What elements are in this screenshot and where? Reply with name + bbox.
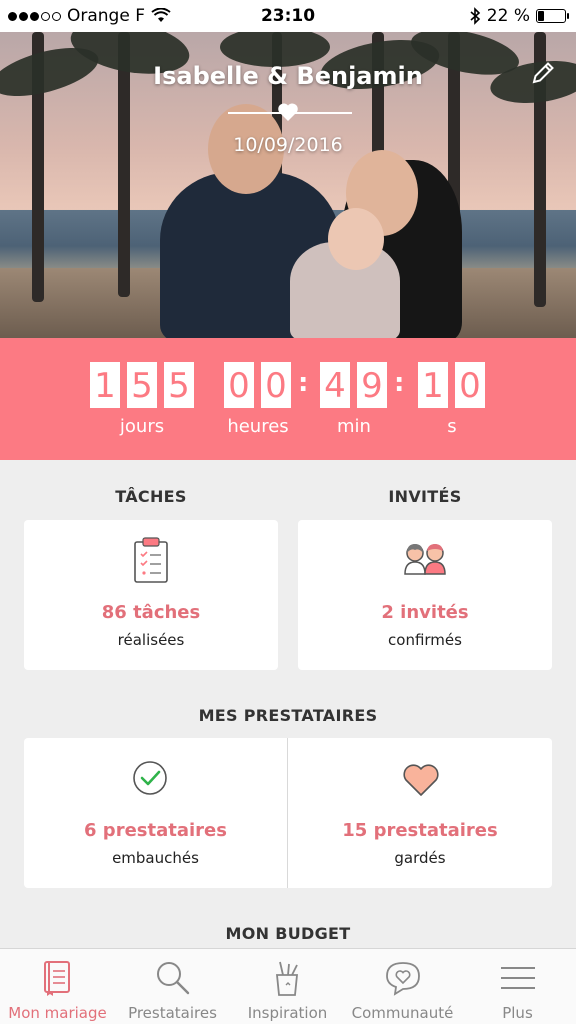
guests-section-title: INVITÉS bbox=[388, 487, 462, 506]
vendors-hired-count: 6 prestataires bbox=[84, 820, 227, 841]
vendors-saved-count: 15 prestataires bbox=[342, 820, 498, 841]
countdown-seconds-label: s bbox=[447, 416, 457, 437]
tab-label: Mon mariage bbox=[8, 1004, 107, 1022]
guests-card[interactable]: 2 invités confirmés bbox=[298, 520, 552, 670]
tasks-section-title: TÂCHES bbox=[115, 487, 187, 506]
countdown-minutes-digit: 4 bbox=[320, 362, 350, 408]
tab-label: Inspiration bbox=[247, 1004, 328, 1022]
wedding-countdown: 1 5 5 0 0 : 4 9 : 1 0 jours heures min s bbox=[0, 338, 576, 460]
edit-pencil-icon[interactable] bbox=[530, 60, 556, 86]
tab-communaute[interactable]: Communauté bbox=[345, 949, 460, 1024]
couple-names: Isabelle & Benjamin bbox=[153, 62, 423, 90]
status-right: 22 % bbox=[469, 6, 569, 26]
countdown-days-digit: 5 bbox=[164, 362, 194, 408]
tab-prestataires[interactable]: Prestataires bbox=[115, 949, 230, 1024]
tab-plus[interactable]: Plus bbox=[460, 949, 575, 1024]
vendors-section-title: MES PRESTATAIRES bbox=[198, 706, 378, 725]
menu-icon bbox=[501, 967, 535, 989]
guests-couple-icon bbox=[404, 544, 446, 575]
checkmark-circle-icon bbox=[133, 761, 167, 795]
vendors-saved-label: gardés bbox=[394, 849, 446, 867]
vendors-hired-panel[interactable]: 6 prestataires embauchés bbox=[24, 738, 287, 888]
guests-confirmed-count: 2 invités bbox=[381, 602, 469, 623]
tasks-done-label: réalisées bbox=[117, 631, 185, 649]
bottom-tab-bar: Mon mariage Prestataires Inspiration Com… bbox=[0, 948, 576, 1024]
couple-photo-header: Isabelle & Benjamin 10/09/2016 bbox=[0, 32, 576, 338]
countdown-hours-digit: 0 bbox=[224, 362, 254, 408]
tab-inspiration[interactable]: Inspiration bbox=[230, 949, 345, 1024]
countdown-separator: : bbox=[298, 368, 309, 398]
heart-icon bbox=[278, 103, 298, 121]
battery-icon bbox=[536, 9, 569, 23]
vendors-card: 6 prestataires embauchés 15 prestataires… bbox=[24, 738, 552, 888]
budget-section-title: MON BUDGET bbox=[225, 924, 351, 943]
wedding-date: 10/09/2016 bbox=[233, 134, 343, 156]
countdown-hours-label: heures bbox=[227, 416, 289, 437]
countdown-seconds-digit: 1 bbox=[418, 362, 448, 408]
notebook-icon bbox=[44, 961, 70, 996]
countdown-separator: : bbox=[394, 368, 405, 398]
status-bar: Orange F 23:10 22 % bbox=[0, 0, 576, 32]
tab-label: Prestataires bbox=[128, 1004, 217, 1022]
search-icon bbox=[157, 962, 190, 995]
tasks-done-count: 86 tâches bbox=[101, 602, 201, 623]
vendors-hired-label: embauchés bbox=[112, 849, 199, 867]
tab-mon-mariage[interactable]: Mon mariage bbox=[0, 949, 115, 1024]
countdown-days-label: jours bbox=[119, 416, 165, 437]
countdown-days-digit: 5 bbox=[127, 362, 157, 408]
pencil-cup-icon bbox=[276, 961, 298, 996]
countdown-minutes-digit: 9 bbox=[357, 362, 387, 408]
vendors-saved-panel[interactable]: 15 prestataires gardés bbox=[288, 738, 552, 888]
countdown-seconds-digit: 0 bbox=[455, 362, 485, 408]
tasks-card[interactable]: 86 tâches réalisées bbox=[24, 520, 278, 670]
bluetooth-icon bbox=[470, 7, 480, 25]
countdown-minutes-label: min bbox=[337, 416, 371, 437]
clipboard-checklist-icon bbox=[134, 537, 168, 583]
countdown-hours-digit: 0 bbox=[261, 362, 291, 408]
battery-percent: 22 % bbox=[486, 6, 530, 26]
countdown-days-digit: 1 bbox=[90, 362, 120, 408]
tab-label: Communauté bbox=[351, 1004, 454, 1022]
heart-outline-icon bbox=[403, 764, 439, 796]
guests-confirmed-label: confirmés bbox=[388, 631, 462, 649]
tab-label: Plus bbox=[502, 1004, 533, 1022]
chat-heart-icon bbox=[386, 962, 420, 996]
